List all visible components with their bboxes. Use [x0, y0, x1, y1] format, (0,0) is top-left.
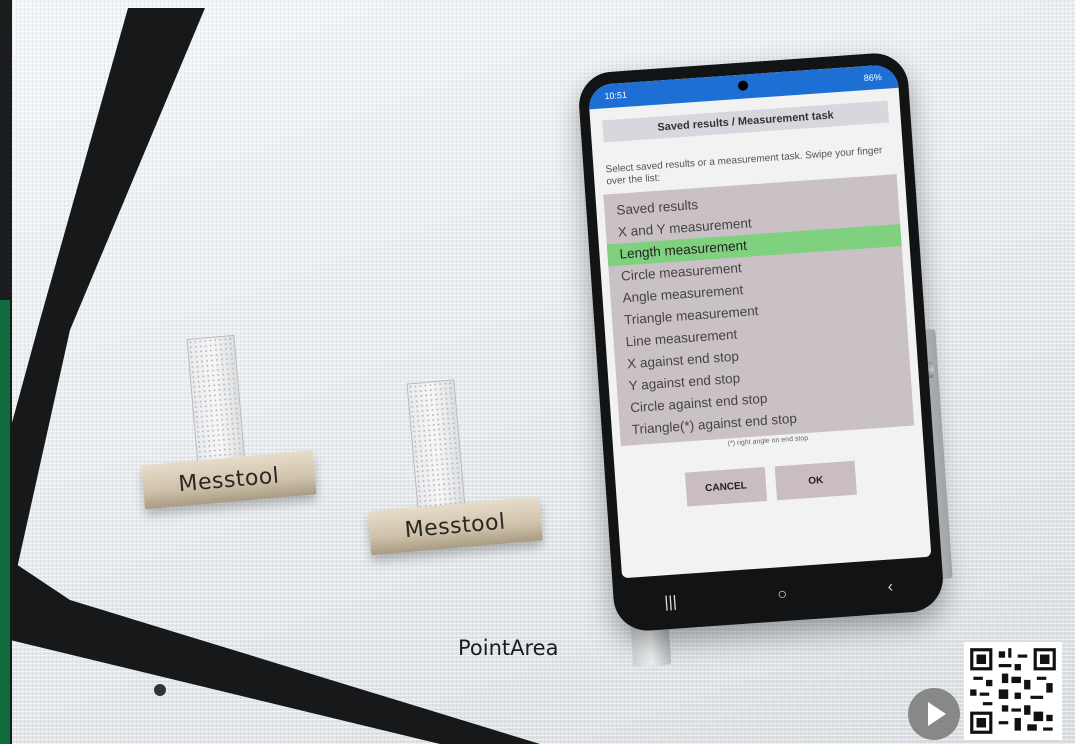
- play-icon[interactable]: [908, 688, 960, 740]
- tool-label: Messtool: [141, 450, 317, 510]
- measurement-list[interactable]: Saved results X and Y measurement Length m…: [603, 174, 915, 447]
- tool-label: Messtool: [367, 496, 543, 556]
- status-time: 10:51: [604, 89, 628, 102]
- battery-status: 86%: [863, 71, 883, 84]
- back-button[interactable]: ‹: [887, 578, 894, 596]
- ok-button[interactable]: OK: [774, 460, 857, 501]
- photo-scene: Messtool Messtool 10:51 86% Saved result…: [0, 0, 1075, 744]
- cancel-button[interactable]: CANCEL: [684, 467, 768, 507]
- phone-screen: 10:51 86% Saved results / Measurement ta…: [587, 63, 932, 579]
- smartphone: 10:51 86% Saved results / Measurement ta…: [576, 51, 946, 633]
- dialog-title: Saved results / Measurement task: [602, 100, 890, 143]
- tool-blade: [406, 379, 466, 516]
- messtool-left: Messtool: [131, 329, 321, 519]
- caption-pointarea: PointArea: [458, 636, 559, 660]
- messtool-right: Messtool: [357, 373, 547, 563]
- qr-code[interactable]: [964, 642, 1062, 740]
- home-button[interactable]: ○: [777, 586, 788, 605]
- tool-blade: [186, 334, 246, 471]
- recent-apps-button[interactable]: |||: [664, 594, 678, 613]
